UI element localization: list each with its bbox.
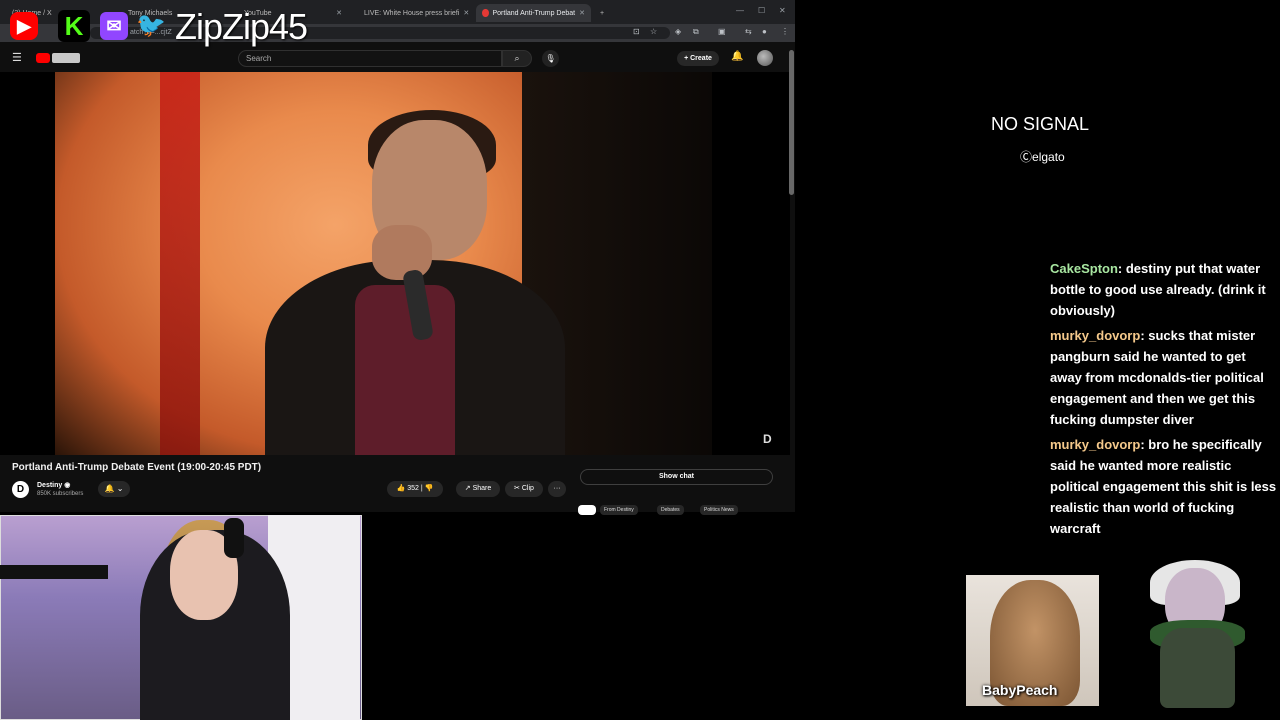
bookmark-star-icon[interactable]: ☆ bbox=[650, 27, 657, 36]
video-art-red bbox=[160, 72, 200, 455]
create-button[interactable]: + Create bbox=[677, 51, 719, 66]
no-signal-text: NO SIGNAL bbox=[991, 114, 1090, 134]
elf-avatar-body bbox=[1160, 628, 1235, 708]
like-dislike-group: 👍 352 | 👎 bbox=[387, 481, 443, 497]
video-title: Portland Anti-Trump Debate Event (19:00-… bbox=[12, 462, 262, 473]
chat-message: murky_dovorp: bro he specifically said h… bbox=[1050, 434, 1278, 539]
install-icon[interactable]: ⊡ bbox=[633, 27, 640, 36]
avatar[interactable] bbox=[757, 50, 773, 66]
youtube-logo-icon[interactable] bbox=[36, 53, 50, 63]
hamburger-menu-icon[interactable]: ☰ bbox=[12, 51, 22, 64]
youtube-favicon-icon bbox=[482, 9, 489, 17]
voice-search-button[interactable]: 🎙 bbox=[542, 50, 559, 67]
channel-watermark[interactable]: D bbox=[763, 432, 779, 448]
puzzle-icon[interactable]: ⧉ bbox=[693, 27, 699, 37]
channel-avatar[interactable]: D bbox=[12, 481, 29, 498]
channel-name-text: Destiny bbox=[37, 482, 63, 489]
menu-dots-icon[interactable]: ⋮ bbox=[781, 27, 789, 36]
chip-all[interactable] bbox=[578, 505, 596, 515]
video-letterbox bbox=[0, 72, 55, 455]
verified-icon: ◉ bbox=[64, 482, 71, 489]
clip-label: Clip bbox=[521, 485, 534, 492]
elgato-logo: Ⓒelgato bbox=[1020, 148, 1065, 165]
close-window-icon[interactable]: ✕ bbox=[779, 6, 786, 15]
webcam-keyboard bbox=[0, 565, 108, 579]
elgato-wordmark: elgato bbox=[1032, 150, 1065, 164]
search-icon: ⌕ bbox=[514, 53, 520, 63]
close-icon[interactable]: ✕ bbox=[579, 9, 585, 17]
tab-label: LIVE: White House press briefi bbox=[364, 9, 460, 17]
cast-icon[interactable]: ⇆ bbox=[745, 27, 752, 36]
share-label: Share bbox=[472, 485, 492, 492]
close-icon[interactable]: ✕ bbox=[463, 9, 469, 17]
twitter-logo-icon: 🐦 bbox=[136, 12, 166, 39]
tab-white-house[interactable]: LIVE: White House press briefi ✕ bbox=[354, 4, 472, 22]
chat-username: murky_dovorp bbox=[1050, 437, 1141, 452]
page-scrollbar[interactable] bbox=[789, 50, 794, 195]
thumbs-down-icon: 👎 bbox=[424, 485, 434, 492]
chat-username: CakeSpton bbox=[1050, 261, 1118, 276]
show-chat-button[interactable]: Show chat bbox=[580, 469, 773, 485]
kick-logo-icon: K bbox=[58, 10, 90, 42]
chip-from-destiny[interactable]: From Destiny bbox=[600, 505, 638, 515]
twitch-logo-icon: ✉ bbox=[100, 12, 128, 40]
chip-debates[interactable]: Debates bbox=[657, 505, 684, 515]
search-input[interactable]: Search bbox=[238, 50, 502, 67]
chat-message: CakeSpton: destiny put that water bottle… bbox=[1050, 258, 1278, 321]
scissors-icon: ✂ bbox=[514, 485, 520, 492]
minimize-icon[interactable]: — bbox=[736, 6, 744, 15]
subscribe-bell-button[interactable]: 🔔 ⌄ bbox=[98, 481, 130, 497]
extension-icon[interactable]: ◈ bbox=[675, 27, 681, 36]
tab-portland-debate[interactable]: Portland Anti-Trump Debat ✕ bbox=[476, 4, 591, 22]
microphone-icon: 🎙 bbox=[545, 54, 556, 63]
streamer-handle: ZipZip45 bbox=[175, 6, 308, 47]
new-tab-button[interactable]: + bbox=[594, 4, 608, 22]
tab-label: Portland Anti-Trump Debat bbox=[492, 9, 576, 17]
dislike-button[interactable]: | 👎 bbox=[421, 485, 433, 492]
channel-name[interactable]: Destiny ◉ bbox=[37, 481, 70, 489]
media-icon[interactable]: ▣ bbox=[718, 27, 726, 36]
speaker-hand bbox=[372, 225, 432, 280]
youtube-logo-icon: ▶ bbox=[10, 12, 38, 40]
like-count: 352 bbox=[407, 485, 419, 492]
maximize-icon[interactable]: ☐ bbox=[758, 6, 765, 15]
search-button[interactable]: ⌕ bbox=[502, 50, 532, 67]
headset-icon bbox=[224, 518, 244, 558]
like-button[interactable]: 👍 352 bbox=[397, 485, 419, 492]
speaker-shirt bbox=[355, 285, 455, 455]
notifications-bell-icon[interactable]: 🔔 bbox=[731, 51, 743, 62]
close-icon[interactable]: ✕ bbox=[336, 9, 342, 17]
chat-message: murky_dovorp: sucks that mister pangburn… bbox=[1050, 325, 1278, 430]
thumbs-up-icon: 👍 bbox=[396, 485, 406, 492]
chip-politics-news[interactable]: Politics News bbox=[700, 505, 738, 515]
clip-button[interactable]: ✂ Clip bbox=[505, 481, 543, 497]
youtube-wordmark[interactable] bbox=[52, 53, 80, 63]
create-label: Create bbox=[690, 55, 712, 62]
profile-icon[interactable]: ● bbox=[762, 27, 767, 36]
subscriber-count: 850K subscribers bbox=[37, 491, 84, 497]
more-actions-button[interactable]: ··· bbox=[548, 481, 566, 497]
share-button[interactable]: ↗ Share bbox=[456, 481, 500, 497]
chat-panel: CakeSpton: destiny put that water bottle… bbox=[1050, 261, 1278, 543]
bell-icon: 🔔 bbox=[104, 484, 115, 493]
elgato-icon: Ⓒ bbox=[1020, 150, 1033, 164]
chat-username: murky_dovorp bbox=[1050, 328, 1141, 343]
babypeach-name: BabyPeach bbox=[982, 682, 1058, 698]
share-icon: ↗ bbox=[464, 485, 471, 492]
chevron-down-icon: ⌄ bbox=[116, 484, 124, 493]
